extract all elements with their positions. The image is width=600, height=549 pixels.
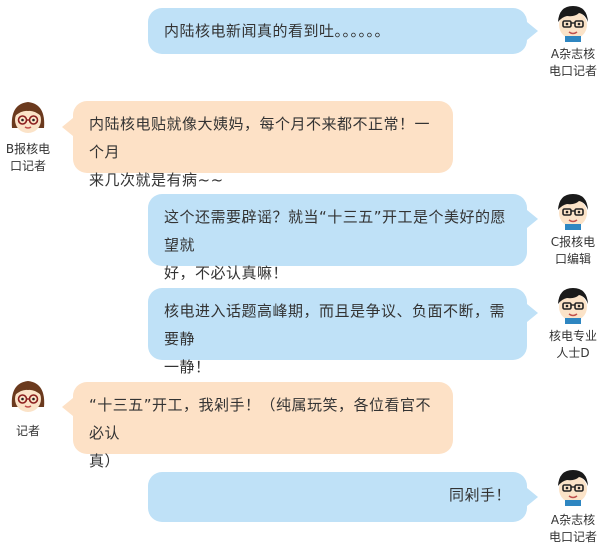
bubble-tail [527,210,538,228]
bubble-tail [62,118,73,136]
sender-name: 记者 [15,424,40,438]
sender-name: A杂志核 电口记者 [548,513,597,544]
message-bubble: 内陆核电贴就像大姨妈，每个月不来都不正常！一个月 来几次就是有病~~ [73,101,453,189]
bubble-tail [527,488,538,506]
message-text-line: 来几次就是有病~~ [89,171,224,189]
sender-name: C报核电 口编辑 [550,235,596,266]
message-text-line: 内陆核电贴就像大姨妈，每个月不来都不正常！一个月 [89,115,431,161]
girl-avatar-icon [8,377,48,417]
bubble-tail [527,22,538,40]
boy-avatar-icon [553,2,593,42]
message-text-line: “十三五”开工，我剁手！（纯属玩笑，各位看官不必认 [89,396,432,442]
bubble-tail [62,398,73,416]
message-text-line: 一静！ [164,358,211,376]
message-bubble: 内陆核电新闻真的看到吐。。。。。。 [148,8,527,54]
girl-avatar-icon [8,98,48,138]
message-text: 同剁手！ [448,486,511,504]
message-bubble: 这个还需要辟谣？就当“十三五”开工是个美好的愿望就 好，不必认真嘛！ [148,194,527,282]
message-bubble: 核电进入话题高峰期，而且是争议、负面不断，需要静 一静！ [148,288,527,376]
bubble-tail [527,304,538,322]
message-text-line: 这个还需要辟谣？就当“十三五”开工是个美好的愿望就 [164,208,507,254]
message-bubble: “十三五”开工，我剁手！（纯属玩笑，各位看官不必认 真） [73,382,453,470]
sender-name: A杂志核 电口记者 [548,47,597,78]
message-text-line: 真） [89,452,121,470]
sender-name: B报核电 口记者 [5,142,51,173]
message-text-line: 好，不必认真嘛！ [164,264,289,282]
sender-name: 核电专业 人士D [548,329,597,360]
message-text: 内陆核电新闻真的看到吐。。。。。。 [164,22,391,40]
message-bubble: 同剁手！ [148,472,527,522]
boy-avatar-icon [553,190,593,230]
message-text-line: 核电进入话题高峰期，而且是争议、负面不断，需要静 [164,302,506,348]
boy-avatar-icon [553,284,593,324]
boy-avatar-icon [553,466,593,506]
